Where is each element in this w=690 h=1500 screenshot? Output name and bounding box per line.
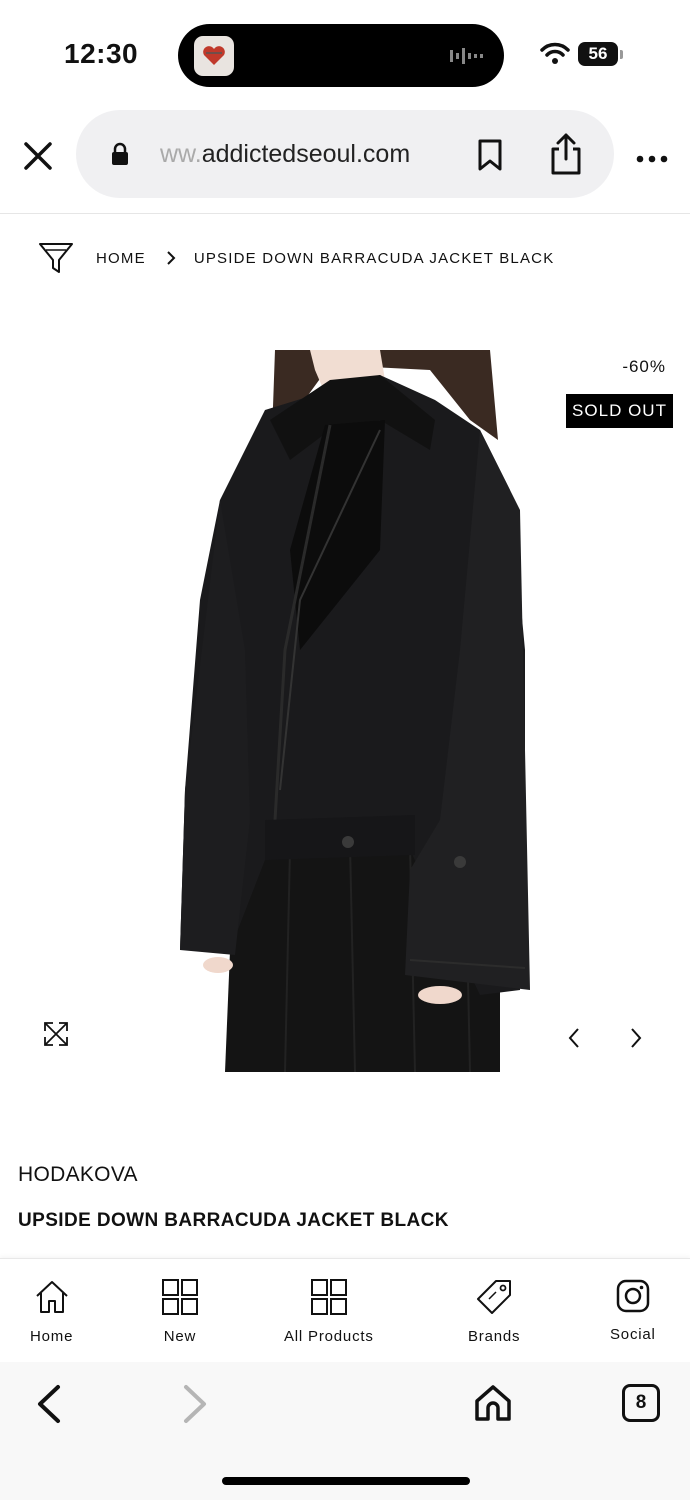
forward-arrow-icon[interactable] [180, 1384, 210, 1429]
bookmark-icon[interactable] [476, 138, 504, 177]
discount-label: -60% [622, 357, 666, 376]
lock-icon [110, 142, 130, 171]
close-icon[interactable] [22, 140, 54, 172]
nav-item-home[interactable]: Home [30, 1279, 73, 1345]
product-title: UPSIDE DOWN BARRACUDA JACKET BLACK [18, 1210, 449, 1231]
more-options-icon[interactable] [636, 150, 668, 168]
home-icon[interactable] [474, 1384, 512, 1427]
chevron-right-icon [166, 250, 176, 266]
url-text[interactable]: ww.addictedseoul.com [160, 140, 410, 169]
nav-label-brands: Brands [468, 1328, 521, 1345]
dynamic-island[interactable] [178, 24, 504, 87]
breadcrumb: HOME UPSIDE DOWN BARRACUDA JACKET BLACK [38, 240, 554, 276]
nav-item-brands[interactable]: Brands [468, 1279, 520, 1345]
home-icon [34, 1279, 70, 1320]
sold-out-badge: SOLD OUT [566, 394, 673, 428]
back-arrow-icon[interactable] [34, 1384, 64, 1429]
breadcrumb-home-link[interactable]: HOME [96, 250, 146, 267]
home-indicator[interactable] [222, 1477, 470, 1485]
battery-cap [620, 50, 623, 59]
nav-label-new: New [163, 1328, 197, 1345]
now-playing-app-icon [194, 36, 234, 76]
audio-wave-icon [450, 47, 486, 70]
url-prefix: ww. [160, 140, 202, 168]
bottom-navigation: Home New All Products Brands Social [0, 1258, 690, 1362]
nav-item-social[interactable]: Social [610, 1279, 656, 1343]
url-domain: addictedseoul.com [201, 140, 411, 168]
nav-label-social: Social [610, 1326, 656, 1343]
battery-indicator: 56 [578, 42, 618, 66]
grid-icon [162, 1279, 198, 1320]
nav-item-all-products[interactable]: All Products [284, 1279, 374, 1345]
expand-icon[interactable] [42, 1020, 70, 1053]
browser-address-bar: ww.addictedseoul.com [0, 108, 690, 214]
product-image[interactable] [180, 350, 530, 1073]
wifi-icon [540, 42, 570, 69]
nav-label-home: Home [30, 1328, 74, 1345]
filter-icon[interactable] [38, 240, 74, 276]
instagram-icon [616, 1279, 650, 1318]
chevron-right-icon[interactable] [628, 1026, 644, 1055]
product-brand[interactable]: HODAKOVA [18, 1163, 138, 1187]
share-icon[interactable] [548, 132, 584, 181]
breadcrumb-current: UPSIDE DOWN BARRACUDA JACKET BLACK [193, 249, 555, 267]
tabs-button[interactable]: 8 [622, 1384, 660, 1422]
nav-item-new[interactable]: New [162, 1279, 198, 1345]
clock: 12:30 [64, 38, 139, 69]
status-bar: 12:30 56 [0, 0, 690, 108]
nav-label-all-products: All Products [284, 1328, 374, 1345]
chevron-left-icon[interactable] [566, 1026, 582, 1055]
tag-icon [476, 1279, 512, 1320]
grid-icon [310, 1279, 347, 1320]
